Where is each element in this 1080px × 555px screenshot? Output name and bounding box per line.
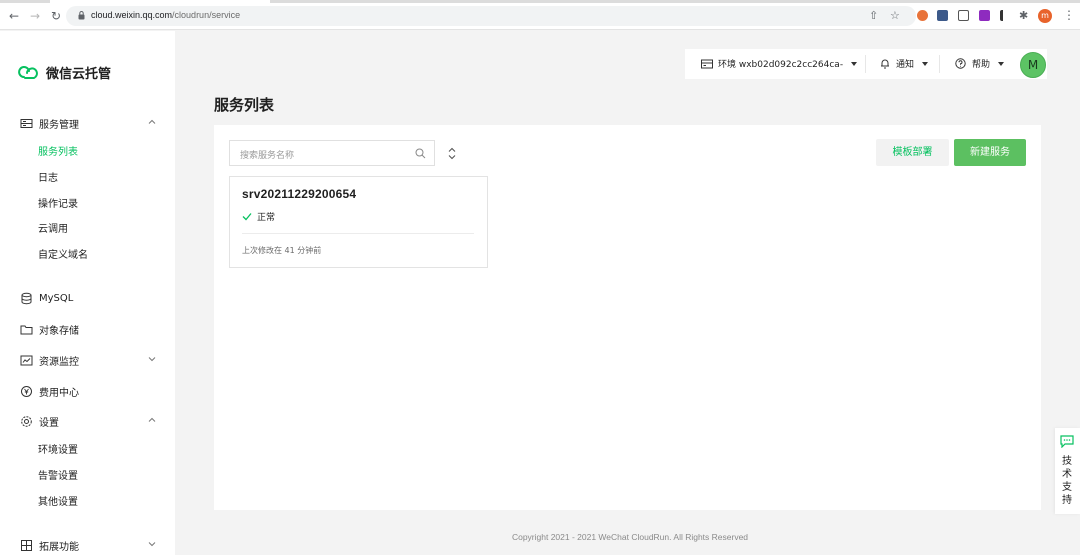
sidebar-subitem-service-list[interactable]: 服务列表 xyxy=(38,146,78,160)
divider xyxy=(939,55,940,73)
help-button[interactable]: 帮助 xyxy=(955,57,1005,70)
sidebar-item-billing[interactable]: 费用中心 xyxy=(20,382,160,400)
sidebar-item-object-storage[interactable]: 对象存储 xyxy=(20,320,160,338)
url-host: cloud.weixin.qq.com xyxy=(91,10,173,20)
notifications-button[interactable]: 通知 xyxy=(880,57,929,70)
sidebar-subitem-env-settings[interactable]: 环境设置 xyxy=(38,444,78,458)
bookmark-star-icon[interactable]: ☆ xyxy=(890,10,900,22)
caret-down-icon xyxy=(851,61,858,66)
tech-support-widget[interactable]: 技术支持 xyxy=(1055,428,1080,514)
lock-icon xyxy=(78,11,85,20)
sidebar-subitem-logs[interactable]: 日志 xyxy=(38,172,58,186)
sidebar-item-service-management[interactable]: 服务管理 xyxy=(20,114,160,132)
sidebar-subitem-cloud-call[interactable]: 云调用 xyxy=(38,223,68,237)
sidebar-subitem-custom-domain[interactable]: 自定义域名 xyxy=(38,249,88,263)
gear-icon xyxy=(21,415,32,427)
environment-icon xyxy=(701,59,713,68)
extension-4-icon[interactable] xyxy=(979,10,990,21)
database-icon xyxy=(21,292,32,304)
yen-circle-icon xyxy=(21,385,32,397)
notifications-label: 通知 xyxy=(896,60,915,70)
url-text: cloud.weixin.qq.com/cloudrun/service xyxy=(91,10,240,20)
new-service-button[interactable]: 新建服务 xyxy=(954,139,1026,166)
brand[interactable]: 微信云托管 xyxy=(18,63,111,82)
chevron-up-icon xyxy=(148,417,156,422)
page-title: 服务列表 xyxy=(214,96,275,114)
folder-icon xyxy=(20,325,33,334)
service-card[interactable]: srv20211229200654 正常 上次修改在 41 分钟前 xyxy=(229,176,488,268)
service-status: 正常 xyxy=(242,210,275,223)
extension-3-icon[interactable] xyxy=(958,10,969,21)
template-deploy-button[interactable]: 模板部署 xyxy=(876,139,949,166)
card-divider xyxy=(242,233,474,234)
sidebar-item-label: 服务管理 xyxy=(39,119,79,131)
brand-name: 微信云托管 xyxy=(46,67,112,82)
search-icon[interactable] xyxy=(415,148,426,159)
share-icon[interactable]: ⇧ xyxy=(869,10,878,22)
help-label: 帮助 xyxy=(972,60,991,70)
search-placeholder: 搜索服务名称 xyxy=(240,151,295,161)
cloudrun-logo-icon xyxy=(18,65,38,79)
sidebar-item-mysql[interactable]: MySQL xyxy=(20,289,160,307)
sidebar-item-label: 费用中心 xyxy=(39,387,79,399)
service-list-panel: 搜索服务名称 模板部署 新建服务 srv20211229200654 正常 上次… xyxy=(214,125,1041,510)
divider xyxy=(865,55,866,73)
extension-1-icon[interactable] xyxy=(917,10,928,21)
active-tab-indicator[interactable] xyxy=(50,0,270,3)
sort-icon[interactable] xyxy=(448,147,456,160)
browser-menu-icon[interactable]: ⋮ xyxy=(1063,8,1075,22)
sidebar-subitem-operation-records[interactable]: 操作记录 xyxy=(38,198,78,212)
chevron-up-icon xyxy=(148,119,156,124)
bell-icon xyxy=(881,59,889,69)
address-bar[interactable]: cloud.weixin.qq.com/cloudrun/service ⇧ ☆ xyxy=(66,6,916,26)
caret-down-icon xyxy=(922,61,929,66)
monitor-chart-icon xyxy=(20,355,33,365)
reload-icon[interactable]: ↻ xyxy=(50,10,62,22)
sidebar-item-label: 对象存储 xyxy=(39,325,79,337)
back-icon[interactable]: ← xyxy=(8,10,20,22)
sidebar-item-label: 设置 xyxy=(39,417,59,429)
help-circle-icon xyxy=(955,58,966,69)
last-modified-text: 上次修改在 41 分钟前 xyxy=(242,246,322,255)
sidebar-item-settings[interactable]: 设置 xyxy=(20,412,160,430)
caret-down-icon xyxy=(998,61,1005,66)
url-path: /cloudrun/service xyxy=(172,10,241,20)
sidebar-subitem-alert-settings[interactable]: 告警设置 xyxy=(38,470,78,484)
chevron-down-icon xyxy=(148,357,156,362)
server-icon xyxy=(20,118,33,128)
header-toolbar: 环境 wxb02d092c2cc264ca- 通知 帮助 xyxy=(685,49,1047,79)
browser-toolbar: ← → ↻ cloud.weixin.qq.com/cloudrun/servi… xyxy=(0,0,1080,30)
extension-2-icon[interactable] xyxy=(937,10,948,21)
footer-copyright: Copyright 2021 - 2021 WeChat CloudRun. A… xyxy=(511,532,749,542)
sidebar-item-label: 资源监控 xyxy=(39,356,79,368)
status-text: 正常 xyxy=(257,213,276,223)
extensions-puzzle-icon[interactable]: ✱ xyxy=(1019,10,1030,21)
service-name[interactable]: srv20211229200654 xyxy=(242,187,356,201)
chat-bubble-icon xyxy=(1060,435,1074,448)
sidebar-subitem-other-settings[interactable]: 其他设置 xyxy=(38,496,78,510)
sidebar-item-label: MySQL xyxy=(39,292,74,304)
tech-support-label: 技术支持 xyxy=(1062,456,1072,506)
check-icon xyxy=(242,213,252,221)
user-avatar[interactable]: M xyxy=(1020,52,1046,78)
search-input[interactable]: 搜索服务名称 xyxy=(229,140,435,166)
extension-5-icon[interactable] xyxy=(1000,10,1011,21)
browser-profile-avatar[interactable]: m xyxy=(1038,9,1052,23)
forward-icon[interactable]: → xyxy=(29,10,41,22)
environment-selector[interactable]: 环境 wxb02d092c2cc264ca- xyxy=(701,57,858,70)
sidebar-item-resource-monitor[interactable]: 资源监控 xyxy=(20,351,160,369)
environment-label: 环境 wxb02d092c2cc264ca- xyxy=(718,60,844,70)
